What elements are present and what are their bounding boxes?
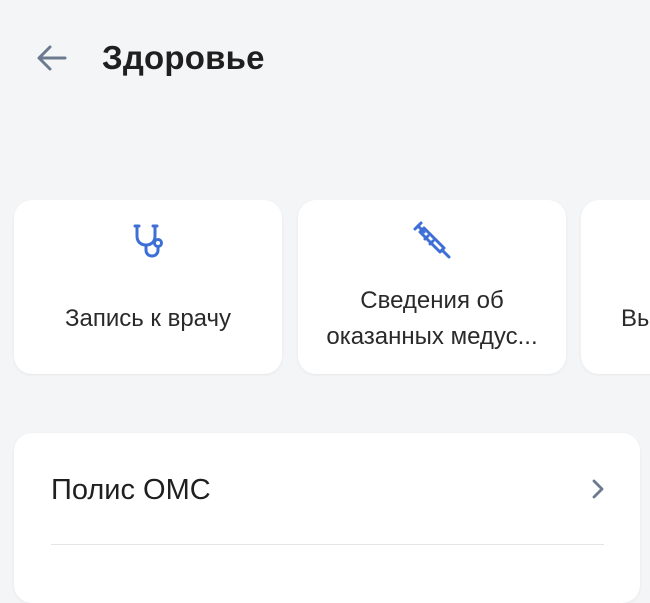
oms-policy-title: Полис ОМС [51, 474, 211, 506]
divider [51, 544, 604, 545]
service-card-medical-services-info[interactable]: Сведения об оказанных медус... [298, 200, 566, 374]
service-label: Сведения об оказанных медус... [326, 287, 538, 350]
top-app-bar: Здоровье [0, 0, 650, 120]
stethoscope-icon [128, 220, 168, 260]
service-card-partial[interactable]: Вы [581, 200, 650, 374]
chevron-right-icon [586, 477, 610, 501]
services-carousel[interactable]: Запись к врачу Сведения об оказанных мед… [0, 200, 650, 376]
oms-policy-card: Полис ОМС [14, 433, 640, 603]
service-label: Запись к врачу [64, 305, 231, 332]
page-title: Здоровье [102, 39, 265, 76]
service-label: Вы [621, 305, 650, 332]
back-button[interactable] [30, 36, 74, 80]
service-card-doctor-appointment[interactable]: Запись к врачу [14, 200, 282, 374]
syringe-icon [412, 220, 452, 260]
arrow-left-icon [37, 45, 67, 71]
oms-policy-row[interactable]: Полис ОМС [14, 433, 640, 545]
